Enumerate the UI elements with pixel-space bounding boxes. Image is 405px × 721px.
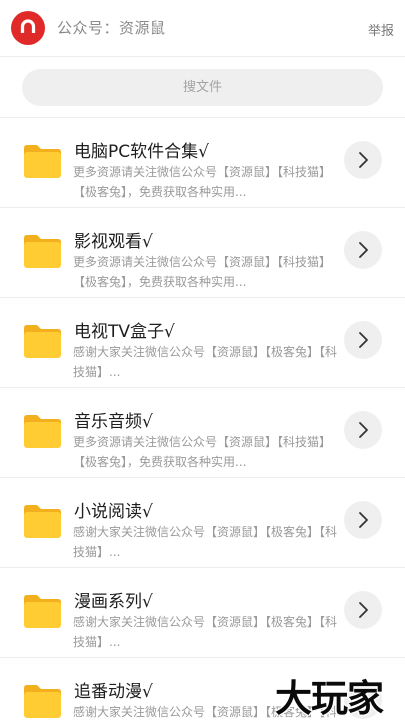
folder-icon [24, 685, 61, 718]
folder-icon [24, 595, 61, 628]
chevron-right-icon [359, 242, 368, 258]
list-item[interactable]: 影视观看√ 更多资源请关注微信公众号【资源鼠】【科技猫】【极客兔】，免费获取各种实… [0, 207, 405, 297]
magnet-icon [20, 19, 36, 33]
list-item[interactable]: 电视TV盒子√ 感谢大家关注微信公众号【资源鼠】【极客兔】【科技猫】... [0, 297, 405, 387]
chevron-right-icon [359, 422, 368, 438]
folder-icon [24, 505, 61, 538]
item-description: 更多资源请关注微信公众号【资源鼠】【科技猫】【极客兔】，免费获取各种实用... [73, 255, 332, 289]
item-title: 追番动漫√ [74, 682, 153, 702]
report-link[interactable]: 举报 [368, 20, 394, 39]
item-title: 漫画系列√ [74, 592, 153, 612]
list-item[interactable]: 小说阅读√ 感谢大家关注微信公众号【资源鼠】【极客兔】【科技猫】... [0, 477, 405, 567]
item-title: 电视TV盒子√ [74, 322, 175, 342]
folder-icon [24, 235, 61, 268]
open-button[interactable] [344, 231, 382, 269]
item-title: 小说阅读√ [74, 502, 153, 522]
item-description: 感谢大家关注微信公众号【资源鼠】【极客兔】【科技猫】... [73, 525, 338, 559]
folder-icon [24, 145, 61, 178]
list-item[interactable]: 音乐音频√ 更多资源请关注微信公众号【资源鼠】【科技猫】【极客兔】，免费获取各种实… [0, 387, 405, 477]
open-button[interactable] [344, 501, 382, 539]
item-description: 感谢大家关注微信公众号【资源鼠】【极客兔】【科技猫】... [73, 345, 338, 379]
open-button[interactable] [344, 591, 382, 629]
item-title: 音乐音频√ [74, 412, 153, 432]
item-description: 更多资源请关注微信公众号【资源鼠】【科技猫】【极客兔】，免费获取各种实用... [73, 165, 332, 199]
open-button[interactable] [344, 411, 382, 449]
chevron-right-icon [359, 332, 368, 348]
item-description: 感谢大家关注微信公众号【资源鼠】【极客兔】【科技猫】... [73, 615, 338, 649]
open-button[interactable] [344, 321, 382, 359]
avatar[interactable] [11, 11, 45, 45]
item-description: 更多资源请关注微信公众号【资源鼠】【科技猫】【极客兔】，免费获取各种实用... [73, 435, 332, 469]
search-input[interactable]: 搜文件 [22, 69, 383, 106]
chevron-right-icon [359, 512, 368, 528]
item-title: 电脑PC软件合集√ [74, 142, 209, 162]
folder-icon [24, 415, 61, 448]
chevron-right-icon [359, 152, 368, 168]
chevron-right-icon [359, 602, 368, 618]
account-name: 公众号：资源鼠 [57, 19, 166, 37]
list-item[interactable]: 电脑PC软件合集√ 更多资源请关注微信公众号【资源鼠】【科技猫】【极客兔】，免费获… [0, 117, 405, 207]
header-bar: 公众号：资源鼠 举报 [0, 0, 405, 57]
item-title: 影视观看√ [74, 232, 153, 252]
list-item[interactable]: 漫画系列√ 感谢大家关注微信公众号【资源鼠】【极客兔】【科技猫】... [0, 567, 405, 657]
open-button[interactable] [344, 141, 382, 179]
folder-list: 电脑PC软件合集√ 更多资源请关注微信公众号【资源鼠】【科技猫】【极客兔】，免费获… [0, 117, 405, 721]
folder-icon [24, 325, 61, 358]
watermark: 大玩家 [275, 677, 384, 720]
